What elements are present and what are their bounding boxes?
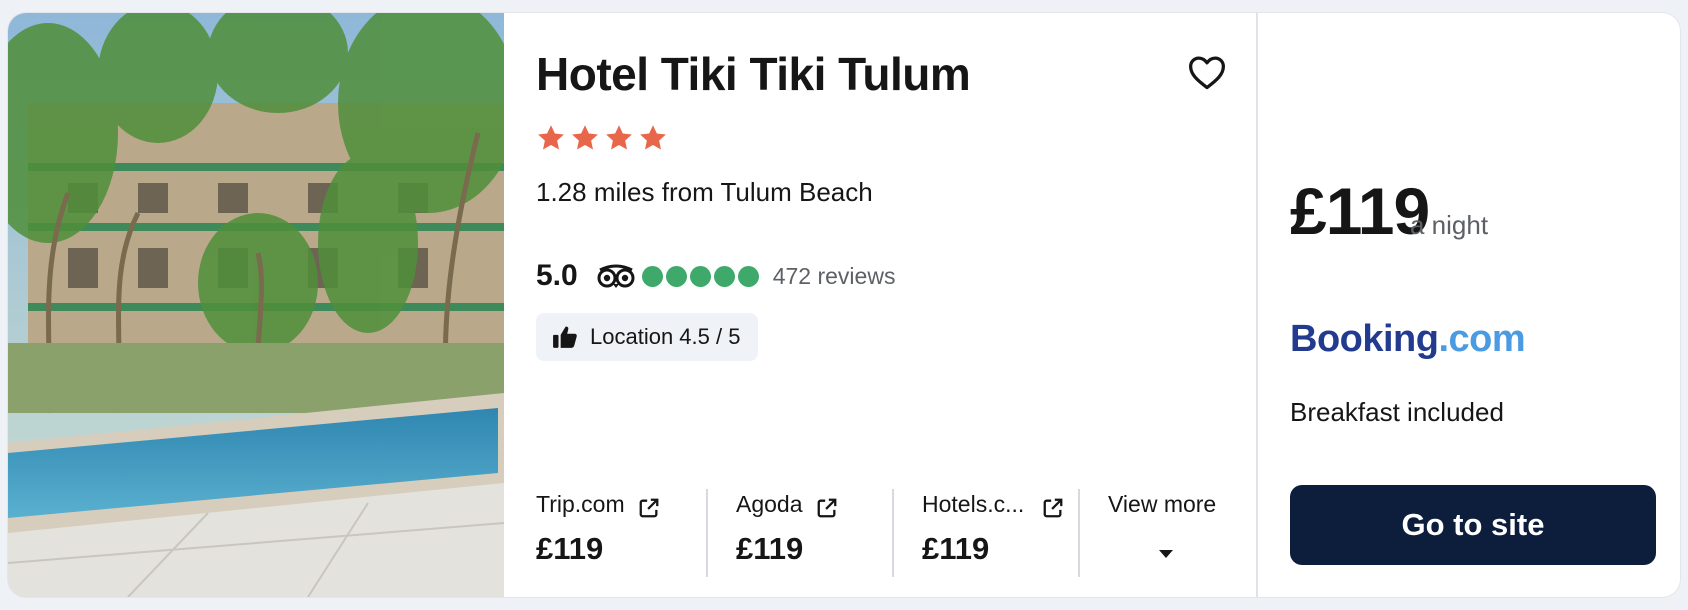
rating-bubble [641, 265, 663, 287]
rating-bubble [737, 265, 759, 287]
provider-logo-part2: .com [1438, 318, 1526, 360]
tripadvisor-owl-icon [597, 264, 635, 288]
provider-logo-part1: Booking [1290, 318, 1439, 360]
star-rating [536, 123, 668, 153]
heart-outline-icon [1188, 56, 1225, 90]
hotel-photo[interactable] [8, 13, 504, 597]
go-to-site-button[interactable]: Go to site [1290, 485, 1656, 565]
star-icon [640, 125, 666, 150]
provider-name: Trip.com [536, 491, 625, 517]
provider-price: £119 [536, 531, 604, 566]
star-icon [606, 125, 632, 150]
review-count: 472 reviews [772, 262, 896, 289]
hotel-photo-image [8, 13, 504, 597]
star-icon [572, 125, 598, 150]
external-link-icon [639, 498, 659, 518]
external-link-icon [1043, 498, 1063, 518]
location-rating-label: Location 4.5 / 5 [590, 324, 741, 349]
rating-bubble [713, 265, 735, 287]
hotel-name[interactable]: Hotel Tiki Tiki Tulum [536, 47, 971, 101]
provider-price: £119 [736, 531, 804, 566]
review-bubbles [641, 265, 759, 287]
provider-price: £119 [922, 531, 990, 566]
deal-perk: Breakfast included [1290, 397, 1504, 427]
distance-text: 1.28 miles from Tulum Beach [536, 177, 873, 207]
star-icon [538, 125, 564, 150]
rating-bubble [689, 265, 711, 287]
review-summary[interactable]: 5.0 472 reviews [536, 259, 895, 293]
caret-down-icon [1159, 550, 1173, 558]
external-link-icon [817, 498, 837, 518]
hotel-info: Hotel Tiki Tiki Tulum 1.28 miles from Tu… [504, 13, 1256, 597]
provider-trip-com[interactable]: Trip.com £119 [536, 489, 706, 577]
price-period: a night [1410, 210, 1489, 240]
view-more-button[interactable]: View more [1078, 489, 1230, 577]
deal-panel: £119 a night Booking.com Breakfast inclu… [1258, 13, 1680, 597]
provider-name: Hotels.c... [922, 491, 1025, 517]
provider-list: Trip.com £119 Agoda £119 Hotels.c... £11… [536, 489, 1236, 577]
booking-com-logo: Booking.com [1290, 318, 1526, 361]
deal-price: £119 [1290, 174, 1430, 248]
provider-name: Agoda [736, 491, 803, 517]
rating-bubble [665, 265, 687, 287]
location-rating-chip: Location 4.5 / 5 [536, 313, 759, 361]
thumbs-up-icon [553, 326, 577, 348]
provider-hotels-com[interactable]: Hotels.c... £119 [892, 489, 1078, 577]
review-score: 5.0 [536, 259, 578, 292]
hotel-result-card[interactable]: Hotel Tiki Tiki Tulum 1.28 miles from Tu… [8, 13, 1680, 597]
provider-agoda[interactable]: Agoda £119 [706, 489, 892, 577]
favorite-button[interactable] [1184, 49, 1230, 95]
view-more-label: View more [1108, 491, 1217, 517]
